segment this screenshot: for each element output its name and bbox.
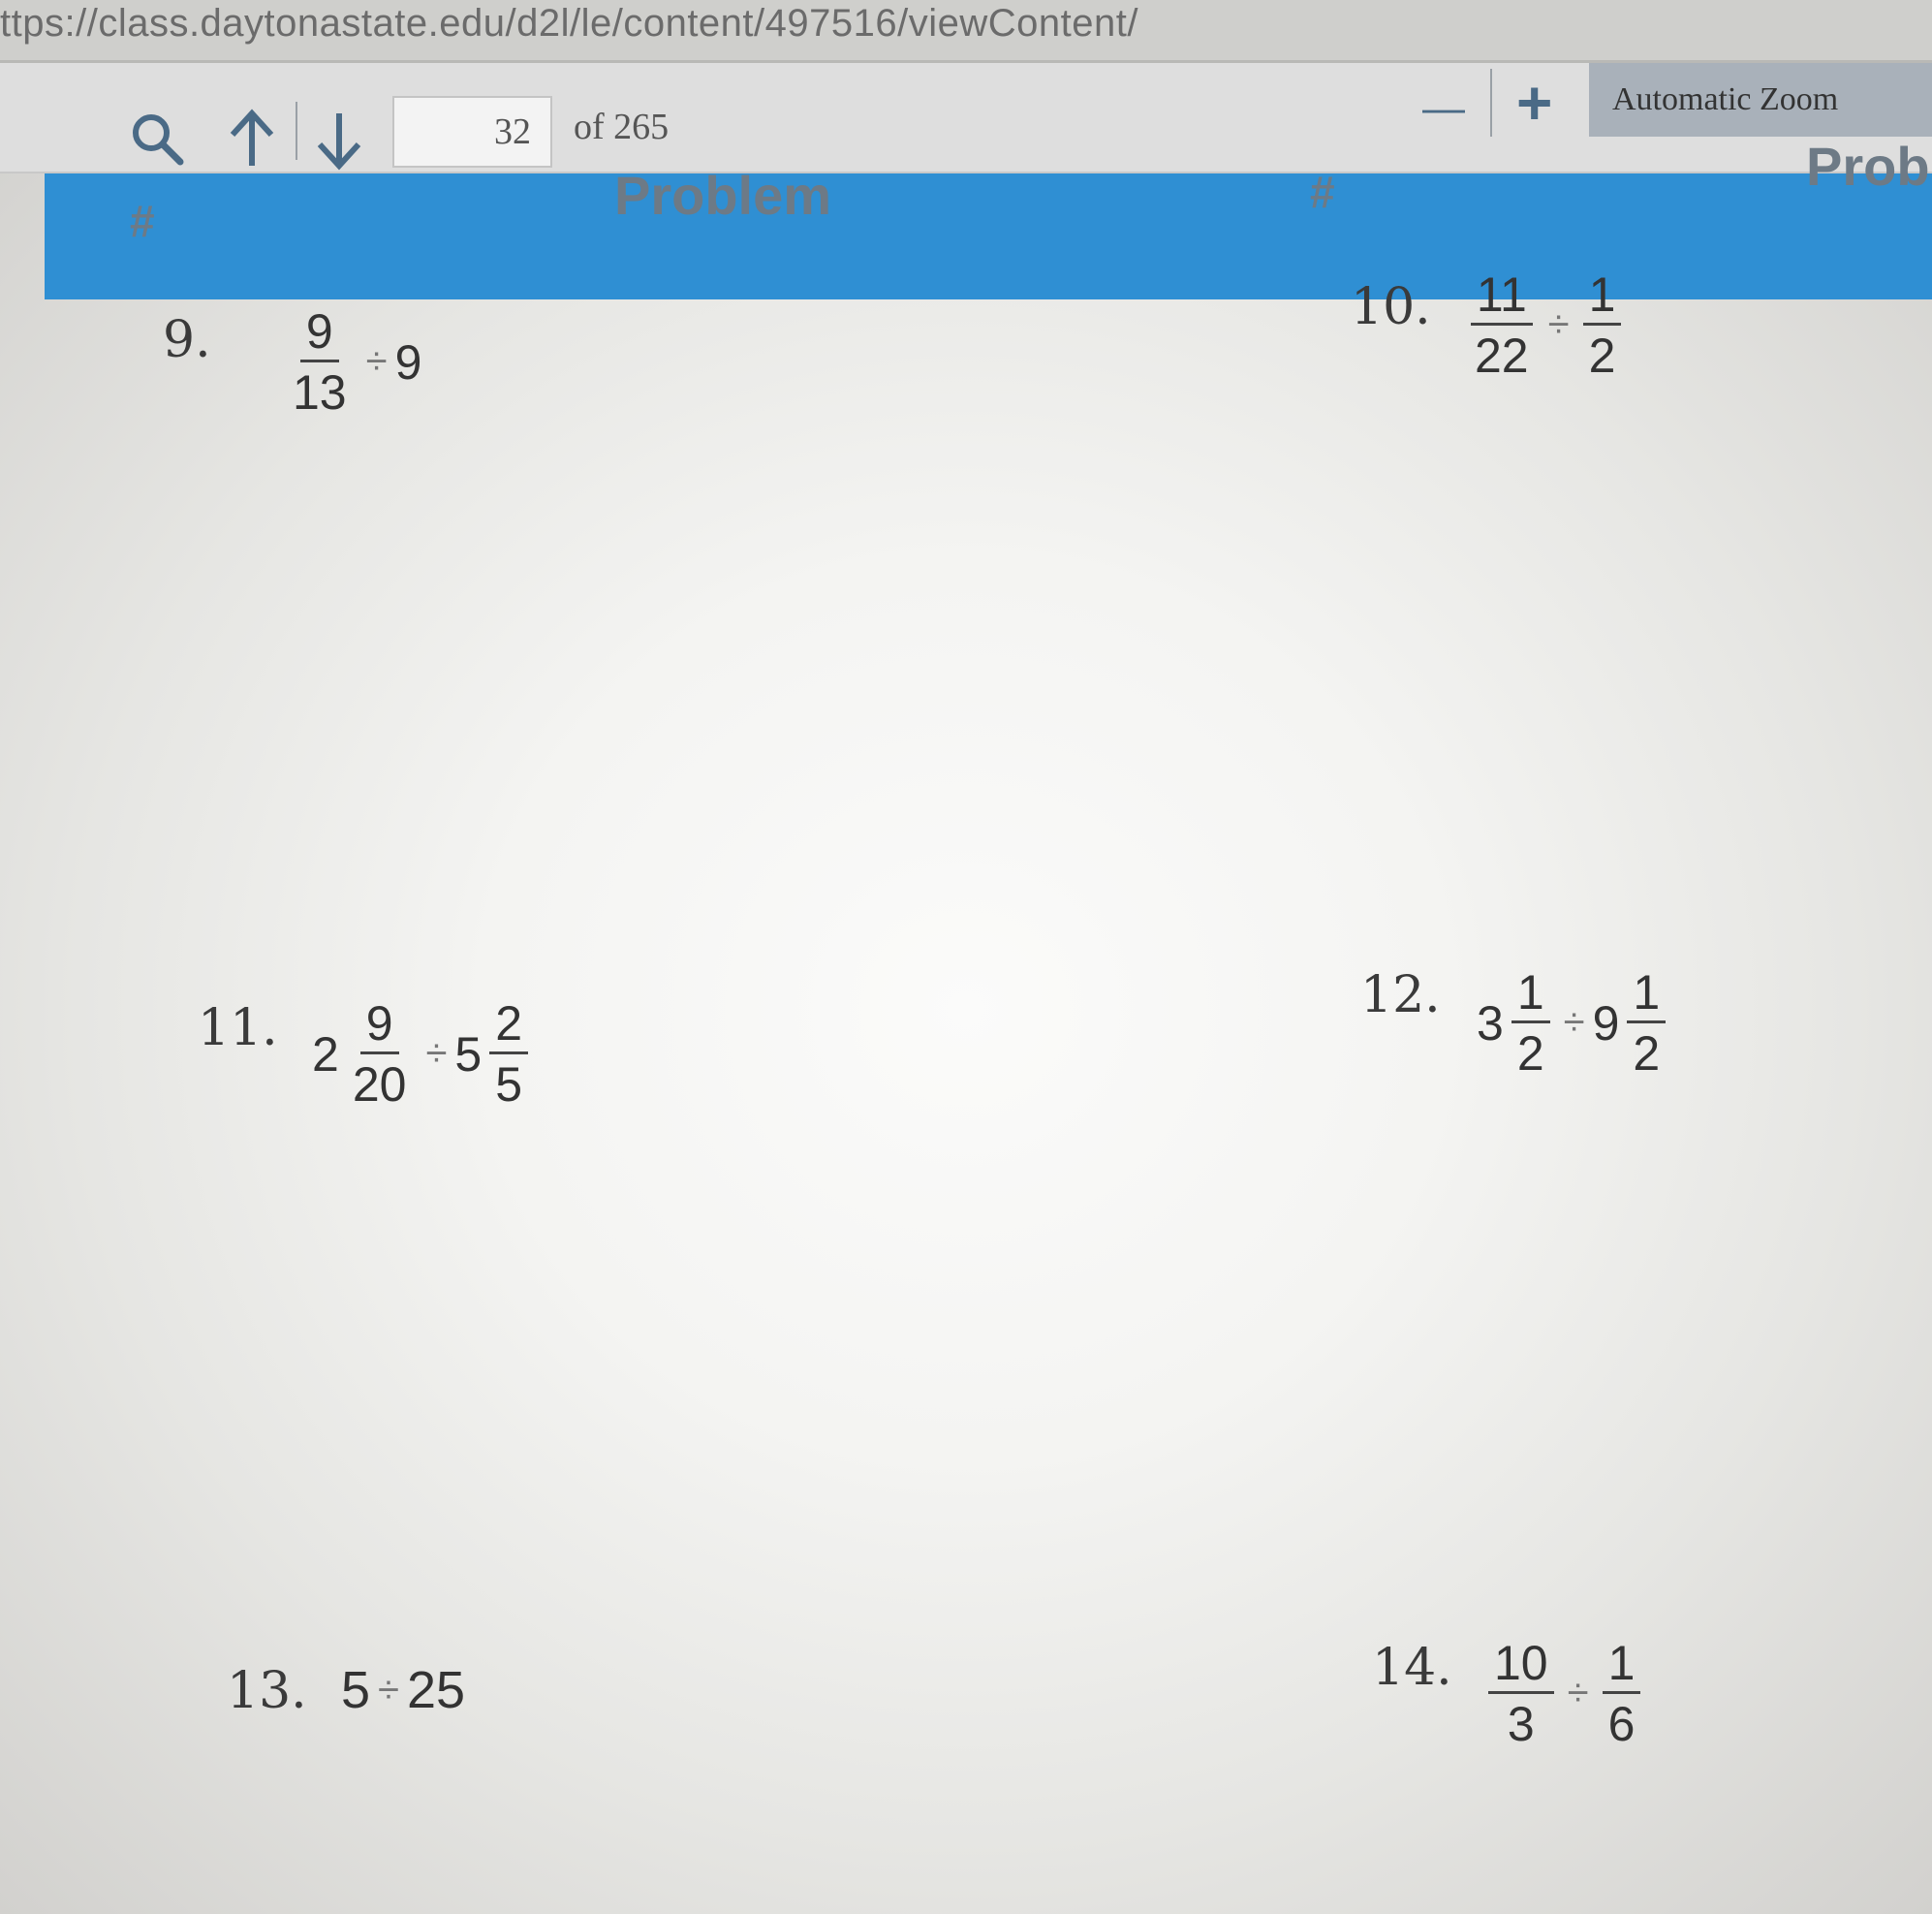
column-hash-1: # (130, 196, 155, 246)
denominator: 2 (1588, 329, 1616, 383)
divide-sign: ÷ (425, 1032, 448, 1075)
pdf-toolbar: 32 of 265 — + Automatic Zoom (0, 63, 1932, 173)
numerator: 2 (489, 999, 529, 1054)
fraction: 9 20 (347, 999, 413, 1109)
divide-sign: ÷ (1567, 1672, 1589, 1714)
denominator: 2 (1633, 1026, 1661, 1081)
fraction: 2 5 (489, 999, 529, 1112)
numerator: 9 (299, 307, 339, 362)
whole-number: 5 (454, 1026, 483, 1082)
numerator: 1 (1582, 270, 1622, 326)
problem-10-number: 10. (1351, 278, 1431, 336)
denominator: 6 (1607, 1697, 1636, 1751)
divide-sign: ÷ (378, 1668, 399, 1711)
zoom-select[interactable]: Automatic Zoom (1589, 63, 1932, 137)
problem-12-number: 12. (1360, 966, 1441, 1024)
denominator: 20 (352, 1057, 407, 1112)
numerator: 1 (1602, 1639, 1641, 1694)
problem-13-number: 13. (227, 1662, 307, 1720)
fraction: 9 13 (287, 307, 353, 417)
page-total-label: of 265 (574, 107, 670, 147)
numerator: 11 (1470, 270, 1533, 326)
pdf-page: # Problem # Prob 9. 9 13 ÷ 9 10. 11 22 ÷… (0, 136, 1932, 1914)
problem-11-expression: 2 9 20 ÷ 5 2 5 (312, 999, 534, 1109)
previous-page-icon[interactable] (225, 108, 279, 174)
problem-9-expression: 9 13 ÷ 9 (281, 307, 421, 417)
divisor: 25 (407, 1661, 466, 1719)
denominator: 13 (293, 365, 347, 420)
problem-11-number: 11. (198, 999, 278, 1057)
divide-sign: ÷ (365, 340, 388, 383)
whole-number: 2 (312, 1026, 339, 1082)
numerator: 9 (359, 999, 399, 1054)
whole-number: 9 (1592, 995, 1620, 1051)
denominator: 2 (1516, 1026, 1544, 1081)
denominator: 5 (495, 1057, 523, 1112)
numerator: 1 (1627, 968, 1667, 1023)
column-hash-2: # (1310, 167, 1335, 217)
zoom-divider (1490, 69, 1492, 137)
column-title-problem-2: Prob (1806, 136, 1930, 197)
problem-9-number: 9. (163, 311, 211, 369)
problem-10-expression: 11 22 ÷ 1 2 (1463, 270, 1627, 380)
problem-13-expression: 5 ÷ 25 (341, 1660, 465, 1720)
toolbar-divider (296, 102, 297, 160)
zoom-in-button[interactable]: + (1516, 67, 1552, 139)
problem-12-expression: 3 1 2 ÷ 9 1 2 (1477, 968, 1671, 1078)
divisor: 9 (394, 334, 422, 390)
zoom-out-button[interactable]: — (1422, 84, 1465, 133)
column-title-problem: Problem (614, 165, 832, 226)
fraction: 1 6 (1602, 1639, 1641, 1751)
fraction: 1 2 (1511, 968, 1550, 1078)
fraction: 1 2 (1627, 968, 1667, 1081)
problem-14-number: 14. (1372, 1639, 1452, 1697)
whole-number: 3 (1477, 995, 1504, 1051)
denominator: 22 (1475, 329, 1529, 383)
divide-sign: ÷ (1563, 1001, 1585, 1044)
denominator: 3 (1507, 1697, 1535, 1751)
dividend: 5 (341, 1661, 371, 1719)
page-number-input[interactable]: 32 (392, 96, 552, 168)
numerator: 1 (1511, 968, 1550, 1023)
fraction: 10 3 (1488, 1639, 1554, 1748)
next-page-icon[interactable] (312, 110, 366, 176)
numerator: 10 (1488, 1639, 1554, 1694)
url-text[interactable]: ttps://class.daytonastate.edu/d2l/le/con… (0, 2, 1138, 46)
search-icon[interactable] (128, 110, 186, 173)
fraction: 11 22 (1469, 270, 1535, 380)
fraction: 1 2 (1582, 270, 1622, 383)
divide-sign: ÷ (1547, 303, 1570, 346)
browser-url-bar[interactable]: ttps://class.daytonastate.edu/d2l/le/con… (0, 0, 1932, 63)
table-header-band: # Problem # Prob (45, 136, 1932, 299)
problem-14-expression: 10 3 ÷ 1 6 (1482, 1639, 1646, 1748)
